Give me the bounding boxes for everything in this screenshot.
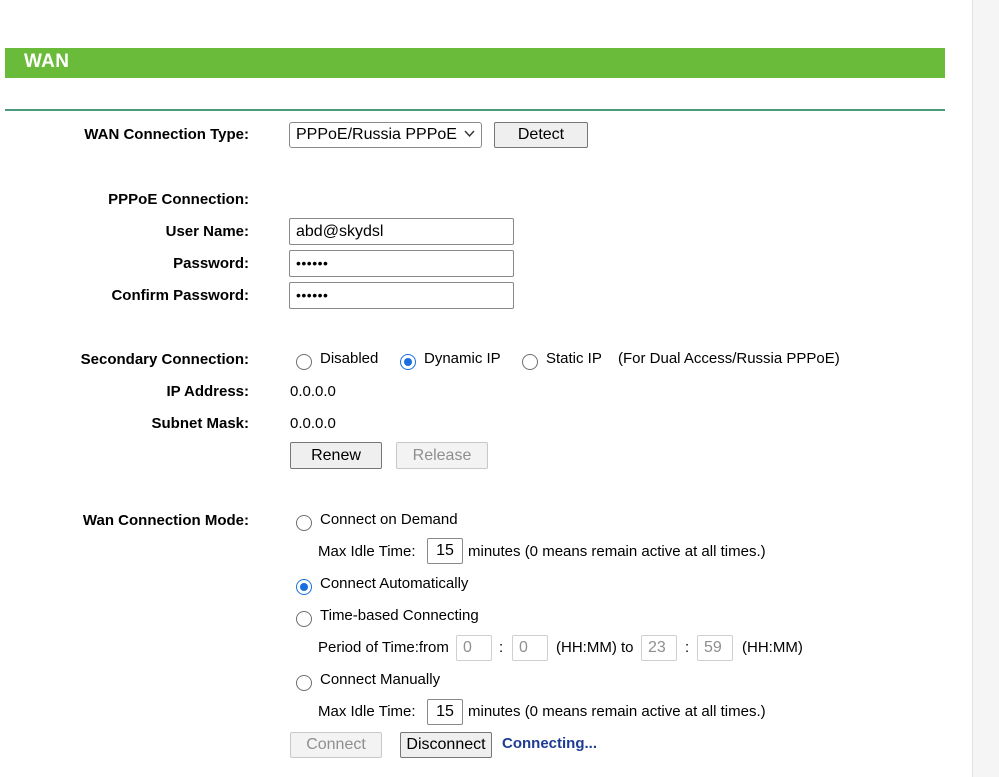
connect-manually-label: Connect Manually [320, 671, 441, 688]
secondary-dynamic-ip-label: Dynamic IP [424, 350, 501, 367]
pppoe-section-label: PPPoE Connection: [108, 191, 249, 208]
chevron-down-icon [464, 130, 475, 138]
secondary-disabled-radio[interactable] [296, 354, 312, 370]
time-based-radio[interactable] [296, 611, 312, 627]
secondary-note: (For Dual Access/Russia PPPoE) [618, 350, 840, 367]
from-hour-input[interactable]: 0 [456, 635, 492, 661]
secondary-static-ip-label: Static IP [546, 350, 602, 367]
secondary-connection-label: Secondary Connection: [80, 351, 249, 368]
wan-type-value: PPPoE/Russia PPPoE [296, 126, 457, 143]
max-idle-input-2[interactable]: 15 [427, 699, 463, 725]
connect-automatically-radio[interactable] [296, 579, 312, 595]
scrollbar[interactable] [972, 0, 999, 777]
hhmm-to-label: (HH:MM) to [556, 639, 634, 656]
to-minute-input[interactable]: 59 [697, 635, 733, 661]
max-idle-input-1[interactable]: 15 [427, 538, 463, 564]
max-idle-suffix-1: minutes (0 means remain active at all ti… [468, 543, 766, 560]
period-label: Period of Time:from [318, 639, 449, 656]
time-colon-2: : [685, 639, 690, 656]
release-button[interactable]: Release [396, 442, 488, 469]
subnet-mask-value: 0.0.0.0 [290, 415, 336, 432]
page-title: WAN [24, 51, 70, 72]
section-header: WAN [5, 48, 945, 78]
max-idle-label-2: Max Idle Time: [318, 703, 416, 720]
secondary-disabled-label: Disabled [320, 350, 379, 367]
connect-on-demand-radio[interactable] [296, 515, 312, 531]
from-minute-input[interactable]: 0 [512, 635, 548, 661]
username-label: User Name: [165, 223, 249, 240]
connect-automatically-label: Connect Automatically [320, 575, 469, 592]
max-idle-suffix-2: minutes (0 means remain active at all ti… [468, 703, 766, 720]
password-label: Password: [173, 255, 249, 272]
secondary-dynamic-ip-radio[interactable] [400, 354, 416, 370]
disconnect-button[interactable]: Disconnect [400, 732, 492, 758]
password-input[interactable]: •••••• [289, 250, 514, 277]
ip-address-label: IP Address: [166, 383, 249, 400]
hhmm-label: (HH:MM) [742, 639, 803, 656]
connection-status: Connecting... [502, 735, 597, 752]
wan-type-select[interactable]: PPPoE/Russia PPPoE [289, 122, 482, 148]
to-hour-input[interactable]: 23 [641, 635, 677, 661]
renew-button[interactable]: Renew [290, 442, 382, 469]
divider [5, 109, 945, 111]
wan-type-label: WAN Connection Type: [84, 126, 249, 143]
detect-button[interactable]: Detect [494, 122, 588, 148]
secondary-static-ip-radio[interactable] [522, 354, 538, 370]
connect-on-demand-label: Connect on Demand [320, 511, 458, 528]
confirm-password-label: Confirm Password: [111, 287, 249, 304]
username-input[interactable]: abd@skydsl [289, 218, 514, 245]
time-colon-1: : [499, 639, 504, 656]
confirm-password-input[interactable]: •••••• [289, 282, 514, 309]
connect-manually-radio[interactable] [296, 675, 312, 691]
max-idle-label-1: Max Idle Time: [318, 543, 416, 560]
ip-address-value: 0.0.0.0 [290, 383, 336, 400]
subnet-mask-label: Subnet Mask: [151, 415, 249, 432]
connect-button[interactable]: Connect [290, 732, 382, 758]
time-based-label: Time-based Connecting [320, 607, 479, 624]
wan-connection-mode-label: Wan Connection Mode: [82, 512, 249, 529]
